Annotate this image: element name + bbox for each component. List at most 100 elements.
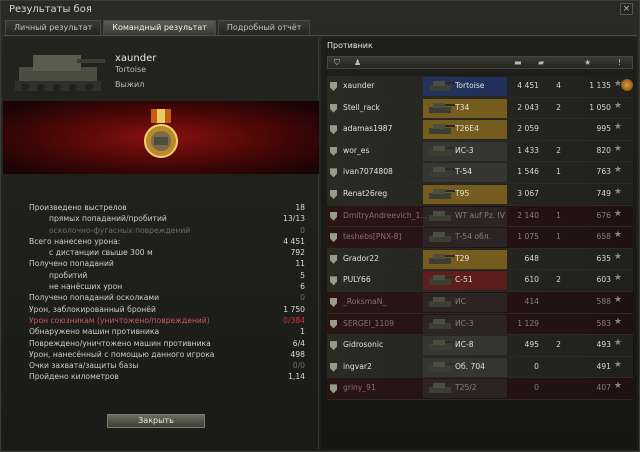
close-icon[interactable]: × bbox=[620, 3, 633, 15]
damage-value: 3 067 bbox=[517, 188, 539, 198]
player-row[interactable]: wor_es ИС-3 1 433 2 820 ★ bbox=[327, 140, 633, 163]
player-row[interactable]: griny_91 T25/2 0 407 ★ bbox=[327, 378, 633, 400]
column-header-bar: ⛉ ♟ ▬ ▰ ★ ! bbox=[327, 56, 633, 69]
player-row[interactable]: Gidrosonic ИС-8 495 2 493 ★ bbox=[327, 335, 633, 357]
shield-icon[interactable]: ⛉ bbox=[334, 58, 340, 68]
stat-splash-hits: Получено попаданий осколками 0 bbox=[29, 293, 305, 303]
tank-name: Т-54 обл. bbox=[455, 232, 492, 242]
team-panel: Противник ⛉ ♟ ▬ ▰ ★ ! xaunder Tortoise 4 4… bbox=[321, 37, 637, 449]
damage-value: 648 bbox=[524, 253, 540, 263]
tab-detailed[interactable]: Подробный отчёт bbox=[217, 20, 311, 35]
star-icon: ★ bbox=[613, 381, 622, 392]
xp-value: 583 bbox=[596, 318, 612, 328]
player-name: Grador22 bbox=[343, 253, 379, 263]
stat-team-damage: Урон союзникам (уничтожено/повреждений) 0… bbox=[29, 315, 305, 325]
damage-value: 0 bbox=[534, 361, 539, 371]
xp-value: 493 bbox=[596, 340, 612, 350]
player-name: wor_es bbox=[343, 145, 370, 155]
damage-value: 0 bbox=[534, 383, 539, 393]
damage-value: 1 129 bbox=[517, 318, 539, 328]
player-row[interactable]: ivan7074808 Т-54 1 546 1 763 ★ bbox=[327, 162, 633, 184]
stat-shots: Произведено выстрелов 18 bbox=[29, 203, 305, 212]
medal-icon bbox=[144, 109, 178, 158]
player-row[interactable]: ingvar2 Об. 704 0 491 ★ bbox=[327, 356, 633, 379]
stat-hits-received: Получено попаданий 11 bbox=[29, 259, 305, 269]
player-row[interactable]: PULY66 С-51 610 2 603 ★ bbox=[327, 270, 633, 292]
tab-personal[interactable]: Личный результат bbox=[5, 20, 102, 35]
xp-value: 1 135 bbox=[589, 81, 611, 90]
kills-value: 1 bbox=[556, 232, 561, 242]
platoon-icon bbox=[330, 233, 337, 243]
tank-name: T29 bbox=[455, 253, 470, 263]
stat-base-points: Очки захвата/защиты базы 0/0 bbox=[29, 361, 305, 371]
platoon-icon bbox=[330, 168, 337, 178]
title-bar: Результаты боя × bbox=[1, 1, 639, 18]
player-row[interactable]: adamas1987 T26E4 2 059 995 ★ bbox=[327, 119, 633, 141]
player-row[interactable]: _RoksmaN_ ИС 414 588 ★ bbox=[327, 291, 633, 314]
star-icon: ★ bbox=[613, 359, 622, 370]
xp-value: 995 bbox=[596, 124, 612, 134]
player-tank: Tortoise bbox=[115, 65, 147, 74]
platoon-icon bbox=[330, 103, 337, 113]
player-row[interactable]: SERGEI_1109 ИС-3 1 129 583 ★ bbox=[327, 313, 633, 336]
player-name: SERGEI_1109 bbox=[343, 318, 394, 328]
battle-results-window: Результаты боя × Личный результат Команд… bbox=[0, 0, 640, 452]
xp-icon[interactable]: ★ bbox=[584, 58, 591, 68]
player-row[interactable]: teshebs[PNX-8] Т-54 обл. 1 075 1 658 ★ bbox=[327, 227, 633, 249]
player-row[interactable]: xaunder Tortoise 4 451 4 1 135 ★ bbox=[327, 76, 633, 98]
kills-value: 1 bbox=[556, 210, 561, 220]
medal-icon[interactable]: ! bbox=[618, 58, 621, 68]
platoon-icon bbox=[330, 341, 337, 351]
star-icon: ★ bbox=[613, 165, 622, 176]
damage-value: 2 043 bbox=[517, 102, 539, 112]
xp-value: 491 bbox=[596, 361, 612, 371]
platoon-icon bbox=[330, 189, 337, 199]
platoon-icon bbox=[330, 319, 337, 329]
tank-name: ИС-3 bbox=[455, 145, 474, 155]
player-row[interactable]: DmitryAndreevich_1... WT auf Pz. IV 2 140 1… bbox=[327, 205, 633, 228]
tank-name: ИС bbox=[455, 296, 466, 306]
person-icon[interactable]: ♟ bbox=[354, 58, 361, 68]
star-icon: ★ bbox=[613, 273, 622, 284]
star-icon: ★ bbox=[613, 208, 622, 219]
stat-penetrations-received: пробитий 5 bbox=[49, 270, 305, 280]
achievement-icon bbox=[621, 79, 633, 91]
stats-list: Произведено выстрелов 18 прямых попаданий… bbox=[29, 202, 305, 383]
player-row[interactable]: Stell_rack T34 2 043 2 1 050 ★ bbox=[327, 97, 633, 120]
damage-value: 1 075 bbox=[517, 232, 539, 242]
kills-value: 2 bbox=[556, 102, 561, 112]
star-icon: ★ bbox=[613, 230, 622, 241]
star-icon: ★ bbox=[613, 294, 622, 305]
player-name: Renat26reg bbox=[343, 188, 388, 198]
platoon-icon bbox=[330, 362, 337, 372]
kills-value: 2 bbox=[556, 145, 561, 155]
player-name: PULY66 bbox=[343, 275, 371, 285]
tank-name: T95 bbox=[455, 188, 470, 198]
close-button[interactable]: Закрыть bbox=[107, 414, 205, 428]
achievement-banner bbox=[3, 101, 319, 174]
player-name: xaunder bbox=[343, 81, 375, 90]
tank-name: ИС-3 bbox=[455, 318, 474, 328]
stat-no-damage-hits: не нанёсших урон 6 bbox=[49, 282, 305, 292]
damage-value: 610 bbox=[524, 275, 540, 285]
shell-icon[interactable]: ▬ bbox=[514, 58, 522, 68]
tank-name: T34 bbox=[455, 102, 470, 112]
tank-icon[interactable]: ▰ bbox=[538, 58, 544, 68]
stat-blocked-damage: Урон, заблокированный бронёй 1 750 bbox=[29, 304, 305, 314]
xp-value: 658 bbox=[596, 232, 612, 242]
kills-value: 2 bbox=[556, 275, 561, 285]
player-name: DmitryAndreevich_1... bbox=[343, 210, 428, 220]
tab-team[interactable]: Командный результат bbox=[103, 20, 216, 35]
player-name: ivan7074808 bbox=[343, 167, 393, 177]
star-icon: ★ bbox=[613, 143, 622, 154]
tab-divider bbox=[3, 35, 637, 36]
platoon-icon bbox=[330, 125, 337, 135]
player-row[interactable]: Grador22 T29 648 635 ★ bbox=[327, 248, 633, 271]
player-row[interactable]: Renat26reg T95 3 067 749 ★ bbox=[327, 183, 633, 206]
stat-damage-total: Всего нанесено урона: 4 451 bbox=[29, 236, 305, 246]
xp-value: 676 bbox=[596, 210, 612, 220]
platoon-icon bbox=[330, 384, 337, 394]
tank-name: T26E4 bbox=[455, 124, 479, 134]
player-name: _RoksmaN_ bbox=[343, 296, 387, 306]
tank-name: Т-54 bbox=[455, 167, 473, 177]
